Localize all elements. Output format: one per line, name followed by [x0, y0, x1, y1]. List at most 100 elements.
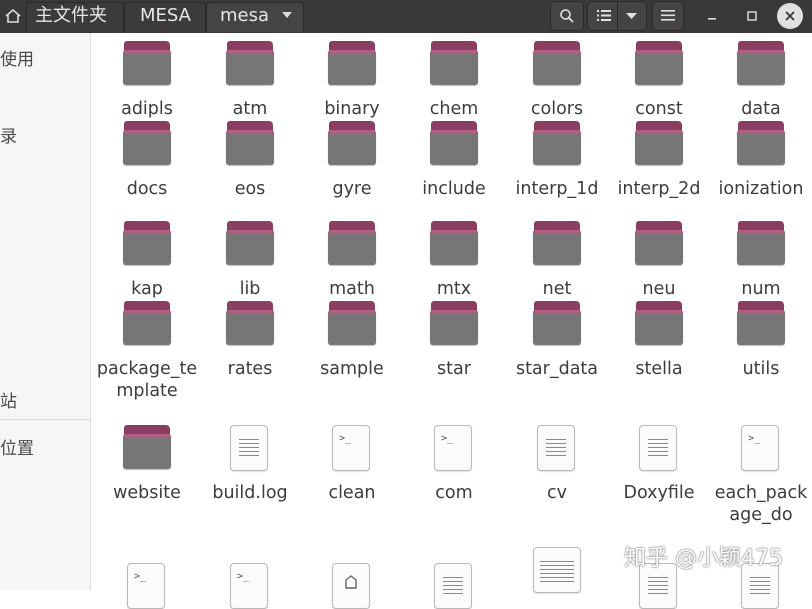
file-name-label: build.log	[212, 483, 288, 503]
folder-icon	[430, 121, 478, 165]
sidebar-item-directory[interactable]: 录	[0, 122, 17, 147]
grid-item[interactable]: interp_2d	[608, 121, 708, 221]
grid-item[interactable]: star_data	[506, 301, 606, 401]
file-name-label: kap	[131, 279, 163, 299]
folder-icon	[226, 301, 274, 345]
watermark: 知乎 @小颖475	[624, 546, 783, 571]
breadcrumb-home-label: 主文件夹	[35, 5, 107, 26]
chevron-down-icon[interactable]	[281, 11, 293, 19]
file-name-label: colors	[530, 99, 584, 119]
folder-icon	[328, 41, 376, 85]
folder-icon	[533, 41, 581, 85]
file-name-label: atm	[232, 99, 268, 119]
folder-icon	[226, 221, 274, 265]
script-icon: >_	[430, 425, 478, 471]
folder-icon	[430, 301, 478, 345]
maximize-icon	[747, 11, 757, 21]
sidebar-item-other-locations[interactable]: 位置	[0, 434, 34, 459]
file-name-label: math	[329, 279, 375, 299]
grid-item[interactable]: >_	[96, 563, 196, 609]
file-name-label: package_template	[96, 359, 198, 401]
header-bar: 主文件夹 MESA mesa	[0, 0, 812, 33]
folder-icon	[533, 121, 581, 165]
grid-item[interactable]	[506, 547, 606, 593]
grid-item[interactable]: utils	[710, 301, 810, 401]
folder-icon	[328, 301, 376, 345]
folder-icon	[123, 221, 171, 265]
text-file-icon	[226, 425, 274, 471]
script-icon: >_	[226, 563, 274, 609]
grid-item[interactable]: ionization	[710, 121, 810, 221]
file-name-label: each_package_do	[714, 483, 808, 525]
grid-item[interactable]: gyre	[301, 121, 401, 221]
grid-item[interactable]: website	[96, 425, 196, 525]
file-name-label: interp_2d	[617, 179, 701, 199]
file-name-label: adipls	[121, 99, 173, 119]
grid-item[interactable]: include	[403, 121, 503, 221]
file-name-label: com	[435, 483, 473, 503]
grid-item[interactable]: >_ each_package_do	[710, 425, 810, 525]
grid-item[interactable]: >_	[199, 563, 299, 609]
sidebar-item-trash[interactable]: 站	[0, 387, 17, 412]
grid-item[interactable]	[301, 563, 401, 609]
sidebar: 使用 录 站 位置	[0, 33, 91, 590]
folder-icon	[635, 41, 683, 85]
grid-item[interactable]: sample	[301, 301, 401, 401]
minimize-button[interactable]	[700, 4, 724, 28]
grid-item[interactable]: eos	[199, 121, 299, 221]
sidebar-item-recent[interactable]: 使用	[0, 45, 34, 70]
folder-icon	[737, 41, 785, 85]
file-name-label: lib	[239, 279, 261, 299]
grid-item[interactable]: rates	[199, 301, 299, 401]
folder-icon	[430, 41, 478, 85]
folder-icon	[123, 121, 171, 165]
grid-item[interactable]: cv	[506, 425, 606, 525]
grid-item[interactable]: docs	[96, 121, 196, 221]
folder-icon	[533, 301, 581, 345]
folder-icon	[226, 41, 274, 85]
script-icon: >_	[123, 563, 171, 609]
text-file-icon	[533, 425, 581, 471]
file-name-label: utils	[742, 359, 780, 379]
folder-icon	[123, 41, 171, 85]
file-name-label: cv	[547, 483, 567, 503]
file-name-label: stella	[635, 359, 683, 379]
grid-item[interactable]: >_ clean	[301, 425, 401, 525]
grid-item[interactable]: stella	[608, 301, 708, 401]
file-name-label: rates	[227, 359, 273, 379]
file-grid: adipls atm binary chem colors const data docs eo…	[91, 33, 812, 609]
view-options-button[interactable]	[587, 1, 647, 31]
folder-icon	[635, 301, 683, 345]
grid-item[interactable]: package_template	[96, 301, 198, 401]
grid-item[interactable]	[403, 563, 503, 609]
close-button[interactable]	[777, 3, 803, 29]
home-icon[interactable]	[4, 8, 22, 24]
grid-item[interactable]: build.log	[199, 425, 299, 525]
file-name-label: const	[635, 99, 683, 119]
file-name-label: num	[741, 279, 781, 299]
folder-icon	[635, 121, 683, 165]
file-name-label: binary	[324, 99, 380, 119]
grid-item[interactable]: interp_1d	[506, 121, 606, 221]
search-button[interactable]	[550, 1, 584, 31]
folder-icon	[635, 221, 683, 265]
breadcrumb-mesa-parent-label: MESA	[140, 5, 191, 26]
folder-icon	[226, 121, 274, 165]
archive-icon	[328, 563, 376, 609]
script-icon: >_	[737, 425, 785, 471]
grid-item[interactable]: star	[403, 301, 503, 401]
text-file-icon	[430, 563, 478, 609]
file-name-label: data	[741, 99, 781, 119]
chevron-down-icon	[626, 13, 637, 19]
image-file-icon	[533, 547, 581, 593]
folder-icon	[328, 221, 376, 265]
grid-item[interactable]: Doxyfile	[608, 425, 708, 525]
folder-icon	[737, 301, 785, 345]
file-name-label: mtx	[436, 279, 472, 299]
file-name-label: clean	[328, 483, 376, 503]
grid-item[interactable]: >_com	[403, 425, 503, 525]
file-name-label: interp_1d	[515, 179, 599, 199]
file-name-label: include	[422, 179, 486, 199]
maximize-button[interactable]	[740, 4, 764, 28]
menu-button[interactable]	[652, 1, 684, 31]
